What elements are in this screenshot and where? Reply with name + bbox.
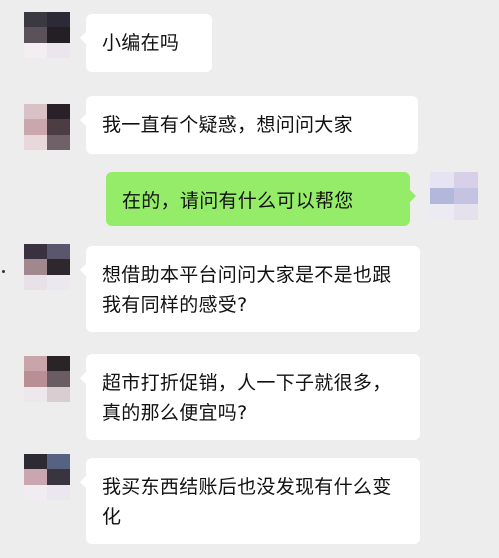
chat-message-bubble-sent[interactable]: 在的，请问有什么可以帮您 [106, 172, 416, 226]
chat-message-bubble[interactable]: 超市打折促销，人一下子就很多，真的那么便宜吗? [80, 354, 420, 440]
chat-message-bubble[interactable]: 小编在吗 [80, 14, 212, 72]
avatar[interactable] [24, 104, 70, 150]
message-text: 我一直有个疑惑，想问问大家 [102, 114, 353, 136]
avatar[interactable] [24, 244, 70, 290]
message-text: 超市打折促销，人一下子就很多，真的那么便宜吗? [102, 372, 392, 424]
avatar[interactable] [24, 454, 70, 500]
avatar[interactable] [24, 12, 70, 58]
message-text: 想借助本平台问问大家是不是也跟我有同样的感受? [102, 264, 392, 316]
chat-message-bubble[interactable]: 我一直有个疑惑，想问问大家 [80, 96, 418, 154]
message-text: 在的，请问有什么可以帮您 [122, 190, 354, 212]
stray-dot [2, 270, 5, 273]
avatar[interactable] [24, 356, 70, 402]
avatar[interactable] [430, 172, 478, 220]
message-text: 小编在吗 [102, 32, 180, 54]
chat-message-bubble[interactable]: 我买东西结账后也没发现有什么变化 [80, 458, 420, 544]
chat-message-bubble[interactable]: 想借助本平台问问大家是不是也跟我有同样的感受? [80, 246, 420, 332]
message-text: 我买东西结账后也没发现有什么变化 [102, 476, 392, 528]
